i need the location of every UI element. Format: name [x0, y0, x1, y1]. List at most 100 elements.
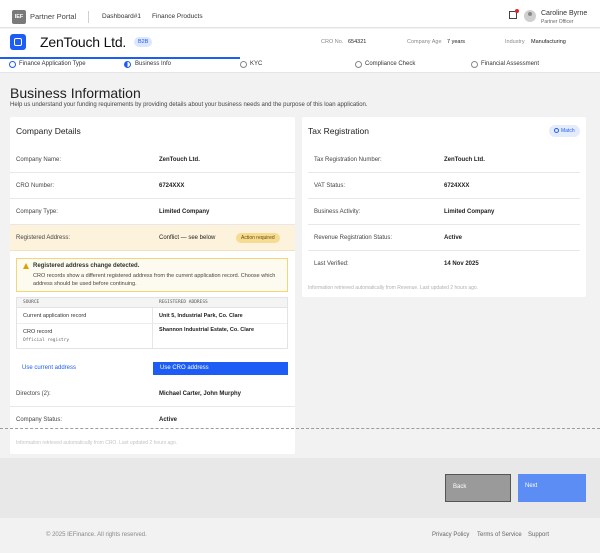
- nav-divider: [88, 11, 89, 23]
- row-value: Active: [444, 235, 463, 241]
- row-label: Business Activity:: [314, 209, 361, 215]
- table-row: CRO record Official registry Shannon Ind…: [17, 324, 287, 348]
- age-value: 7 years: [447, 39, 466, 45]
- action-required-badge: Action required: [236, 233, 280, 243]
- circle-icon: [240, 61, 247, 68]
- nav-link-finance-products[interactable]: Finance Products: [152, 13, 203, 20]
- privacy-policy-link[interactable]: Privacy Policy: [432, 532, 469, 538]
- row-label: Registered Address:: [16, 235, 71, 241]
- column-divider: [152, 308, 153, 323]
- detail-row: VAT Status: 6724XXX: [308, 173, 580, 199]
- user-role: Partner Officer: [541, 19, 574, 25]
- step-compliance-check[interactable]: Compliance Check: [365, 61, 415, 67]
- row-value: ZenTouch Ltd.: [444, 157, 485, 163]
- progress-stepper: Finance Application Type Business Info K…: [0, 57, 600, 73]
- use-current-address-button[interactable]: Use current address: [22, 365, 76, 371]
- cro-footnote: Information retrieved automatically from…: [16, 440, 178, 446]
- conflict-text: Conflict — see below: [159, 235, 216, 241]
- column-header-address: REGISTERED ADDRESS: [159, 300, 208, 305]
- row-label: VAT Status:: [314, 183, 346, 189]
- portal-logo[interactable]: IEF: [12, 10, 26, 24]
- row-value: Limited Company: [159, 209, 210, 215]
- card-title: Company Details: [16, 126, 81, 136]
- row-label: Company Type:: [16, 209, 58, 215]
- alert-title: Registered address change detected.: [33, 263, 140, 269]
- cro-value: 654321: [348, 39, 367, 45]
- b2b-badge: B2B: [134, 37, 153, 47]
- step-financial-assessment[interactable]: Financial Assessment: [481, 61, 539, 67]
- step-business-info[interactable]: Business Info: [135, 61, 171, 67]
- address-cell: Shannon Industrial Estate, Co. Clare: [159, 327, 255, 333]
- source-cell: Current application record: [23, 313, 87, 319]
- registered-address-row: Registered Address: Conflict — see below…: [10, 225, 295, 251]
- detail-row: Company Status: Active: [10, 407, 295, 433]
- stepper-progress-line: [0, 57, 240, 59]
- source-cell: CRO record: [23, 329, 53, 335]
- match-label: Match: [561, 128, 575, 134]
- alert-body: CRO records show a different registered …: [33, 273, 276, 287]
- support-link[interactable]: Support: [528, 532, 549, 538]
- table-row: Current application record Unit 5, Indus…: [17, 308, 287, 324]
- user-name: Caroline Byrne: [541, 10, 588, 17]
- row-value: 14 Nov 2025: [444, 261, 479, 267]
- portal-title: Partner Portal: [30, 12, 77, 21]
- detail-row: Company Type: Limited Company: [10, 199, 295, 225]
- detail-row: Company Name: ZenTouch Ltd.: [10, 147, 295, 173]
- next-button[interactable]: Next: [518, 474, 586, 502]
- avatar[interactable]: [524, 10, 536, 22]
- table-header: SOURCE REGISTERED ADDRESS: [17, 298, 287, 308]
- row-value: Active: [159, 417, 178, 423]
- source-subtext: Official registry: [23, 338, 70, 343]
- row-value: ZenTouch Ltd.: [159, 157, 200, 163]
- detail-row: Last Verified: 14 Nov 2025: [308, 251, 580, 277]
- check-circle-icon: [554, 127, 559, 133]
- detail-row: Directors (2): Michael Carter, John Murp…: [10, 381, 295, 407]
- address-cell: Unit 5, Industrial Park, Co. Clare: [159, 313, 243, 319]
- row-label: Company Status:: [16, 417, 63, 423]
- detail-row: Tax Registration Number: ZenTouch Ltd.: [308, 147, 580, 173]
- company-icon: [10, 34, 26, 50]
- tax-registration-card: Tax Registration Tax Registration Number…: [302, 117, 586, 297]
- footer: © 2025 IEFinance. All rights reserved. P…: [0, 518, 600, 553]
- page-title: Business Information: [10, 85, 141, 101]
- circle-icon: [355, 61, 362, 68]
- detail-row: CRO Number: 6724XXX: [10, 173, 295, 199]
- industry-value: Manufacturing: [531, 39, 566, 45]
- half-circle-icon: [124, 61, 131, 68]
- circle-icon: [471, 61, 478, 68]
- row-label: Directors (2):: [16, 391, 51, 397]
- detail-row: Business Activity: Limited Company: [308, 199, 580, 225]
- detail-row: Revenue Registration Status: Active: [308, 225, 580, 251]
- column-header-source: SOURCE: [23, 300, 40, 305]
- step-finance-application-type[interactable]: Finance Application Type: [19, 61, 86, 67]
- page-subtitle: Help us understand your funding requirem…: [10, 102, 368, 108]
- company-name: ZenTouch Ltd.: [40, 34, 127, 50]
- card-title: Tax Registration: [308, 126, 369, 136]
- column-divider: [152, 324, 153, 348]
- nav-link-dashboard[interactable]: Dashboard#1: [102, 13, 141, 20]
- row-value: 6724XXX: [444, 183, 470, 189]
- top-nav: IEF Partner Portal Dashboard#1 Finance P…: [0, 0, 600, 28]
- back-button[interactable]: Back: [445, 474, 511, 502]
- match-badge: Match: [549, 125, 580, 137]
- row-label: Tax Registration Number:: [314, 157, 382, 163]
- tax-footnote: Information retrieved automatically from…: [308, 285, 479, 291]
- notification-dot: [515, 9, 519, 13]
- row-value: Limited Company: [444, 209, 495, 215]
- warning-icon: [23, 263, 29, 269]
- row-label: CRO Number:: [16, 183, 55, 189]
- dashed-divider: [0, 428, 600, 429]
- step-kyc[interactable]: KYC: [250, 61, 262, 67]
- check-circle-icon: [9, 61, 16, 68]
- address-comparison-table: SOURCE REGISTERED ADDRESS Current applic…: [16, 297, 288, 349]
- cro-label: CRO No.: [321, 39, 344, 45]
- copyright: © 2025 IEFinance. All rights reserved.: [46, 532, 147, 538]
- company-header: ZenTouch Ltd. B2B CRO No. 654321 Company…: [0, 29, 600, 57]
- row-label: Revenue Registration Status:: [314, 235, 393, 241]
- row-label: Last Verified:: [314, 261, 349, 267]
- row-label: Company Name:: [16, 157, 62, 163]
- terms-of-service-link[interactable]: Terms of Service: [477, 532, 522, 538]
- age-label: Company Age: [407, 39, 442, 45]
- address-change-alert: Registered address change detected. CRO …: [16, 258, 288, 292]
- use-cro-address-button[interactable]: Use CRO address: [153, 362, 288, 375]
